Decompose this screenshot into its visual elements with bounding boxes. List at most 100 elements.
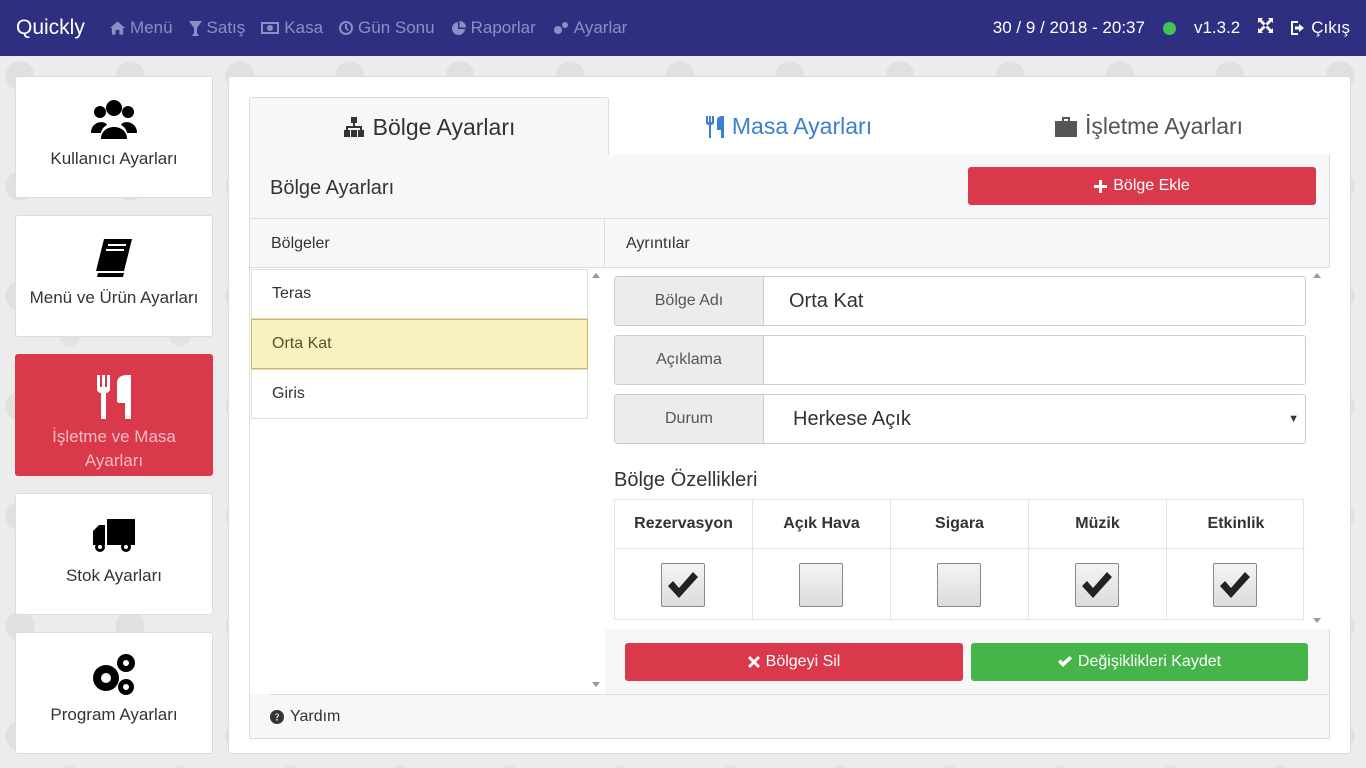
sign-out-icon	[1291, 21, 1305, 35]
status-row: Durum Herkese Açık ▼	[614, 394, 1306, 444]
help-link[interactable]: Yardım	[270, 694, 1330, 738]
save-changes-button[interactable]: Değişiklikleri Kaydet	[971, 643, 1308, 681]
regions-scrollbar[interactable]	[591, 268, 603, 694]
settings-tabs: Bölge Ayarları Masa Ayarları İşletme Aya…	[249, 97, 1330, 156]
feature-checkbox-event[interactable]	[1213, 563, 1257, 607]
exit-label: Çıkış	[1311, 18, 1350, 37]
nav-item-settings[interactable]: Ayarlar	[552, 18, 627, 38]
tab-region-settings[interactable]: Bölge Ayarları	[249, 97, 609, 156]
feature-header: Etkinlik	[1167, 500, 1305, 549]
nav-item-end-of-day[interactable]: Gün Sonu	[339, 18, 435, 38]
cutlery-icon	[705, 115, 724, 138]
check-icon	[1220, 572, 1250, 598]
list-item-selected[interactable]: Orta Kat	[251, 319, 588, 369]
features-table: Rezervasyon Açık Hava Sigara Müzik Etkin…	[614, 499, 1305, 620]
briefcase-icon	[1054, 116, 1077, 137]
features-title: Bölge Özellikleri	[614, 469, 758, 491]
nav-item-menu[interactable]: Menü	[110, 18, 173, 38]
book-icon	[96, 239, 132, 277]
details-header: Ayrıntılar	[605, 219, 1330, 268]
delete-region-label: Bölgeyi Sil	[765, 653, 841, 670]
datetime-display: 30 / 9 / 2018 - 20:37	[992, 18, 1145, 37]
add-region-label: Bölge Ekle	[1113, 177, 1190, 194]
nav-item-cash[interactable]: Kasa	[261, 18, 323, 38]
description-row: Açıklama	[614, 335, 1306, 385]
feature-column: Sigara	[891, 500, 1029, 619]
list-item[interactable]: Giris	[251, 369, 588, 419]
nav-item-label: Menü	[130, 18, 173, 37]
sidebar-item-label: İşletme ve Masa Ayarları	[52, 427, 176, 470]
feature-header: Açık Hava	[753, 500, 890, 549]
check-icon	[668, 572, 698, 598]
scroll-up-arrow[interactable]	[1313, 273, 1321, 278]
top-nav-bar: Quickly Menü Satış Kasa Gün Sonu Raporla…	[0, 0, 1366, 56]
question-circle-icon	[270, 709, 284, 724]
nav-item-label: Satış	[206, 18, 246, 37]
sitemap-icon	[343, 117, 364, 137]
gears-icon	[553, 21, 568, 34]
region-name-input[interactable]: Orta Kat	[764, 276, 1306, 326]
details-panel: Ayrıntılar Bölge Adı Orta Kat Açıklama D…	[605, 218, 1330, 694]
details-scrollbar[interactable]	[1312, 268, 1324, 629]
truck-icon	[93, 519, 135, 552]
check-icon	[1057, 656, 1072, 667]
region-settings-section: Bölge Ayarları Bölge Ekle Bölgeler Teras…	[249, 155, 1330, 739]
glass-icon	[188, 20, 202, 36]
tab-label: Masa Ayarları	[731, 113, 873, 139]
tab-table-settings[interactable]: Masa Ayarları	[609, 97, 969, 156]
check-icon	[1082, 572, 1112, 598]
tab-business-settings[interactable]: İşletme Ayarları	[969, 97, 1329, 156]
pie-chart-icon	[451, 20, 466, 35]
nav-item-reports[interactable]: Raporlar	[451, 18, 536, 38]
home-icon	[110, 21, 125, 35]
sidebar-item-business-table-settings[interactable]: İşletme ve Masa Ayarları	[15, 354, 213, 476]
regions-header: Bölgeler	[250, 219, 604, 268]
sidebar-item-label: Menü ve Ürün Ayarları	[29, 288, 199, 307]
status-select[interactable]: Herkese Açık ▼	[764, 394, 1306, 444]
feature-checkbox-reservation[interactable]	[661, 563, 705, 607]
plus-icon	[1094, 179, 1108, 193]
feature-header: Müzik	[1029, 500, 1166, 549]
sidebar-item-label: Program Ayarları	[50, 705, 178, 724]
status-selected-value: Herkese Açık	[793, 407, 911, 430]
app-brand[interactable]: Quickly	[0, 16, 110, 40]
feature-column: Etkinlik	[1167, 500, 1305, 619]
scroll-up-arrow[interactable]	[592, 273, 600, 278]
close-icon	[747, 656, 760, 668]
sidebar-item-user-settings[interactable]: Kullanıcı Ayarları	[15, 76, 213, 198]
delete-region-button[interactable]: Bölgeyi Sil	[625, 643, 963, 681]
sidebar-item-program-settings[interactable]: Program Ayarları	[15, 632, 213, 754]
nav-item-sales[interactable]: Satış	[188, 18, 246, 38]
fullscreen-button[interactable]	[1258, 18, 1274, 38]
main-panel: Bölge Ayarları Masa Ayarları İşletme Aya…	[228, 76, 1351, 754]
feature-checkbox-open-air[interactable]	[799, 563, 843, 607]
nav-item-label: Gün Sonu	[358, 18, 435, 37]
regions-list: Teras Orta Kat Giris	[250, 268, 605, 694]
exit-button[interactable]: Çıkış	[1291, 18, 1350, 38]
region-name-label: Bölge Adı	[614, 276, 764, 326]
add-region-button[interactable]: Bölge Ekle	[968, 167, 1316, 205]
nav-item-label: Raporlar	[470, 18, 536, 37]
money-icon	[261, 22, 280, 34]
gears-icon	[93, 654, 135, 695]
description-input[interactable]	[764, 335, 1306, 385]
nav-item-label: Kasa	[284, 18, 324, 37]
sidebar-item-label: Stok Ayarları	[65, 566, 163, 585]
scroll-down-arrow[interactable]	[592, 682, 600, 687]
sidebar-item-stock-settings[interactable]: Stok Ayarları	[15, 493, 213, 615]
details-form: Bölge Adı Orta Kat Açıklama Durum Herkes…	[605, 268, 1330, 629]
description-label: Açıklama	[614, 335, 764, 385]
expand-icon	[1258, 18, 1274, 33]
status-label: Durum	[614, 394, 764, 444]
scroll-down-arrow[interactable]	[1313, 618, 1321, 623]
feature-header: Sigara	[891, 500, 1028, 549]
feature-checkbox-music[interactable]	[1075, 563, 1119, 607]
details-actions: Bölgeyi Sil Değişiklikleri Kaydet	[605, 629, 1330, 695]
sidebar-item-menu-product-settings[interactable]: Menü ve Ürün Ayarları	[15, 215, 213, 337]
feature-checkbox-smoking[interactable]	[937, 563, 981, 607]
list-item[interactable]: Teras	[251, 269, 588, 319]
save-changes-label: Değişiklikleri Kaydet	[1077, 653, 1222, 670]
feature-column: Açık Hava	[753, 500, 891, 619]
cutlery-icon	[97, 375, 131, 419]
feature-header: Rezervasyon	[615, 500, 752, 549]
